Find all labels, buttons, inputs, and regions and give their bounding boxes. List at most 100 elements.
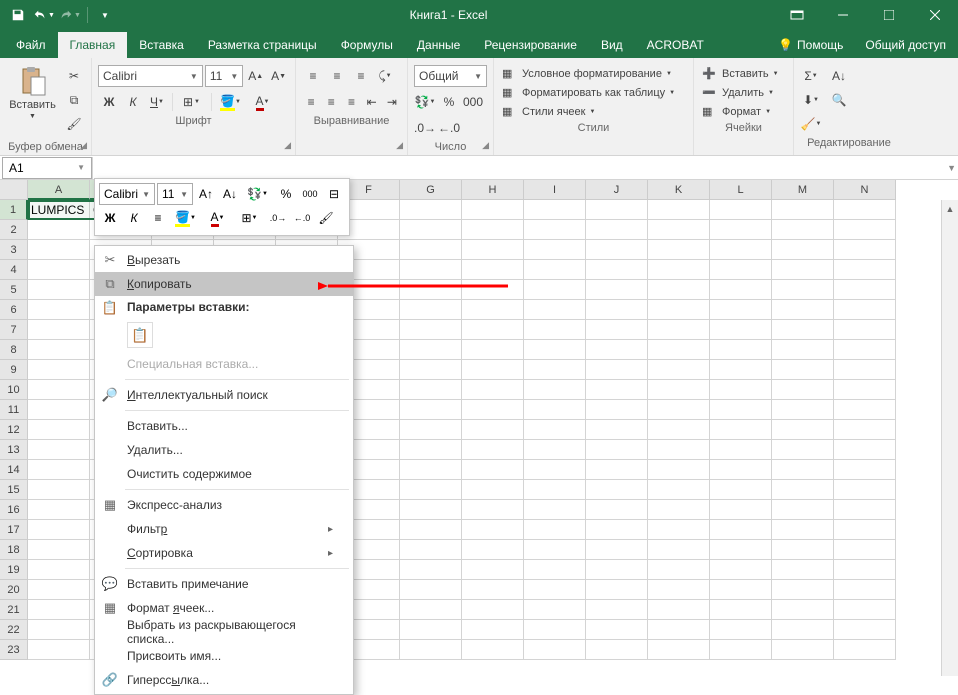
cell[interactable] [710,500,772,520]
menu-cut[interactable]: ✂Вырезать [95,248,353,272]
mini-align[interactable]: ≡ [147,207,169,229]
qat-customize-button[interactable]: ▼ [93,3,117,27]
row-header-19[interactable]: 19 [0,560,28,580]
tab-insert[interactable]: Вставка [127,32,196,58]
cell[interactable] [710,380,772,400]
clipboard-launcher[interactable]: ◢ [80,140,87,151]
cell[interactable] [834,620,896,640]
cell[interactable] [586,240,648,260]
cell[interactable] [772,540,834,560]
tab-review[interactable]: Рецензирование [472,32,589,58]
cell[interactable] [586,540,648,560]
cell[interactable] [586,260,648,280]
cell[interactable] [524,440,586,460]
col-header-A[interactable]: A [28,180,90,200]
mini-bold[interactable]: Ж [99,207,121,229]
cell[interactable] [28,400,90,420]
menu-hyperlink[interactable]: 🔗Гиперссылка... [95,668,353,692]
cell[interactable] [834,380,896,400]
cell[interactable] [462,340,524,360]
cell[interactable] [586,520,648,540]
cell[interactable] [586,560,648,580]
cell[interactable] [586,360,648,380]
cell[interactable] [648,380,710,400]
cell[interactable] [772,600,834,620]
mini-inc-font[interactable]: A↑ [195,183,217,205]
cell[interactable] [400,380,462,400]
cell[interactable] [710,600,772,620]
cell[interactable] [834,600,896,620]
row-header-6[interactable]: 6 [0,300,28,320]
cell[interactable] [586,400,648,420]
cell[interactable] [648,200,710,220]
cell[interactable] [400,620,462,640]
increase-indent-button[interactable]: ⇥ [383,91,401,113]
cell[interactable] [648,240,710,260]
minimize-button[interactable] [820,0,866,30]
cell[interactable] [834,320,896,340]
cell[interactable] [462,560,524,580]
cell[interactable] [586,640,648,660]
cell[interactable] [710,480,772,500]
cell[interactable] [772,640,834,660]
name-box[interactable]: A1▼ [2,157,92,179]
cell[interactable] [524,280,586,300]
row-header-13[interactable]: 13 [0,440,28,460]
row-header-18[interactable]: 18 [0,540,28,560]
cell[interactable] [28,580,90,600]
cell[interactable] [710,420,772,440]
tab-data[interactable]: Данные [405,32,472,58]
tab-file[interactable]: Файл [4,32,58,58]
cell[interactable] [28,300,90,320]
row-header-9[interactable]: 9 [0,360,28,380]
cell[interactable] [28,320,90,340]
fill-color-button[interactable]: 🪣▼ [216,91,246,113]
cell[interactable] [834,340,896,360]
cell[interactable] [586,220,648,240]
cell[interactable] [648,320,710,340]
autosum-button[interactable]: Σ▼ [800,65,822,87]
align-center-button[interactable]: ≡ [322,91,340,113]
cell[interactable] [648,640,710,660]
cell[interactable] [586,340,648,360]
cell[interactable] [28,480,90,500]
cell[interactable] [586,480,648,500]
mini-dec-font[interactable]: A↓ [219,183,241,205]
cell[interactable] [648,440,710,460]
menu-delete[interactable]: Удалить... [95,438,353,462]
cell[interactable] [462,380,524,400]
mini-font-color[interactable]: A▼ [203,207,233,229]
cell[interactable] [834,460,896,480]
menu-format-cells[interactable]: ▦Формат ячеек... [95,596,353,620]
menu-pick-from-list[interactable]: Выбрать из раскрывающегося списка... [95,620,353,644]
cell[interactable] [524,600,586,620]
cell[interactable] [400,420,462,440]
cell[interactable] [400,320,462,340]
cell[interactable] [28,340,90,360]
tab-home[interactable]: Главная [58,32,128,58]
cell[interactable] [28,600,90,620]
cell[interactable] [586,600,648,620]
paste-button[interactable]: Вставить ▼ [6,61,59,124]
cell[interactable] [834,500,896,520]
row-header-10[interactable]: 10 [0,380,28,400]
delete-cells-button[interactable]: ➖Удалить▼ [700,84,787,101]
font-name-combo[interactable]: Calibri▼ [98,65,203,87]
bold-button[interactable]: Ж [98,91,120,113]
cell[interactable] [462,600,524,620]
scroll-up-icon[interactable]: ▲ [942,200,958,217]
cell[interactable] [586,280,648,300]
row-header-8[interactable]: 8 [0,340,28,360]
cell[interactable] [586,200,648,220]
mini-percent[interactable]: % [275,183,297,205]
tab-acrobat[interactable]: ACROBAT [635,32,716,58]
cell[interactable] [524,240,586,260]
save-button[interactable] [6,3,30,27]
row-header-2[interactable]: 2 [0,220,28,240]
cell[interactable] [648,300,710,320]
cell[interactable] [462,620,524,640]
cell[interactable] [772,520,834,540]
cell[interactable] [524,380,586,400]
cell[interactable] [524,260,586,280]
cell[interactable] [772,220,834,240]
